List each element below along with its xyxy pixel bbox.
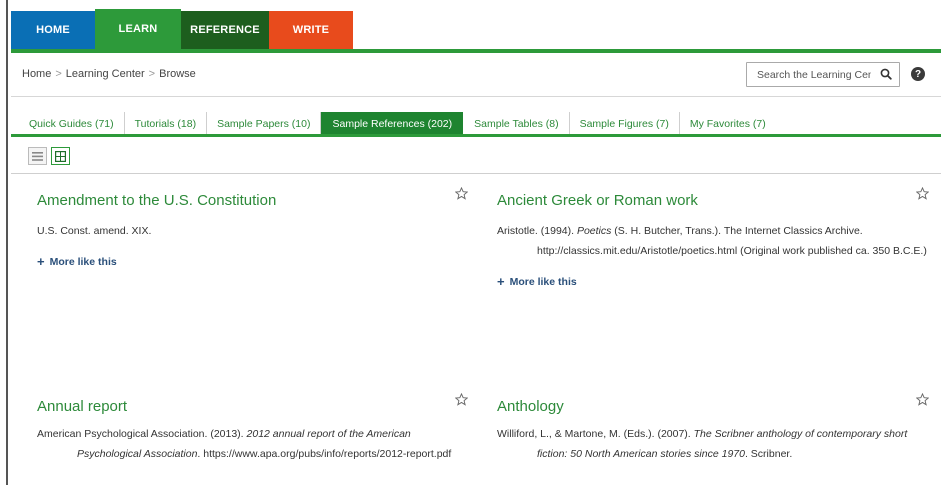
breadcrumb-separator: > bbox=[148, 68, 156, 80]
breadcrumb-separator: > bbox=[55, 68, 62, 80]
favorite-star-icon[interactable] bbox=[916, 393, 929, 406]
reference-card: Annual report American Psychological Ass… bbox=[37, 393, 473, 464]
reference-text: U.S. Const. amend. XIX. bbox=[37, 225, 152, 237]
reference-card: Anthology Williford, L., & Martone, M. (… bbox=[497, 393, 929, 464]
grid-view-button[interactable] bbox=[51, 147, 70, 165]
plus-icon: + bbox=[37, 254, 45, 269]
more-like-this-link[interactable]: + More like this bbox=[497, 275, 577, 288]
help-icon[interactable]: ? bbox=[911, 67, 925, 81]
card-title[interactable]: Annual report bbox=[37, 398, 473, 415]
nav-write[interactable]: WRITE bbox=[269, 11, 353, 49]
more-like-this-label: More like this bbox=[49, 255, 117, 268]
favorite-star-icon[interactable] bbox=[455, 393, 468, 406]
card-title[interactable]: Amendment to the U.S. Constitution bbox=[37, 192, 473, 209]
reference-text: Aristotle. (1994). Poetics (S. H. Butche… bbox=[497, 225, 927, 257]
more-like-this-link[interactable]: + More like this bbox=[37, 255, 117, 268]
search-box bbox=[746, 62, 900, 87]
breadcrumb-bar: Home>Learning Center>Browse ? bbox=[11, 53, 941, 97]
list-view-icon bbox=[32, 151, 43, 161]
content-divider bbox=[11, 173, 941, 174]
plus-icon: + bbox=[497, 274, 505, 289]
tab-sample-papers[interactable]: Sample Papers (10) bbox=[207, 112, 322, 135]
tab-sample-references[interactable]: Sample References (202) bbox=[321, 112, 464, 135]
nav-home[interactable]: HOME bbox=[11, 11, 95, 49]
grid-view-icon bbox=[55, 150, 66, 162]
breadcrumb-browse: Browse bbox=[159, 68, 196, 80]
tab-quick-guides[interactable]: Quick Guides (71) bbox=[19, 112, 125, 135]
reference-card: Amendment to the U.S. Constitution U.S. … bbox=[37, 187, 473, 271]
window-frame-edge bbox=[0, 0, 8, 485]
list-view-button[interactable] bbox=[28, 147, 47, 165]
search-icon[interactable] bbox=[880, 68, 892, 80]
search-input[interactable] bbox=[747, 63, 871, 86]
view-toggles bbox=[28, 147, 70, 165]
favorite-star-icon[interactable] bbox=[916, 187, 929, 200]
top-navigation: HOME LEARN REFERENCE WRITE bbox=[11, 9, 353, 51]
reference-text: American Psychological Association. (201… bbox=[37, 428, 452, 460]
nav-learn[interactable]: LEARN bbox=[95, 9, 181, 49]
breadcrumb: Home > Learning Center > Browse bbox=[22, 68, 196, 80]
reference-text: Williford, L., & Martone, M. (Eds.). (20… bbox=[497, 428, 908, 460]
tab-sample-figures[interactable]: Sample Figures (7) bbox=[570, 112, 680, 135]
category-tabs: Quick Guides (71) Tutorials (18) Sample … bbox=[19, 112, 776, 135]
breadcrumb-learning-center[interactable]: Learning Center bbox=[66, 68, 145, 80]
reference-card: Ancient Greek or Roman work Aristotle. (… bbox=[497, 187, 929, 291]
favorite-star-icon[interactable] bbox=[455, 187, 468, 200]
card-title[interactable]: Ancient Greek or Roman work bbox=[497, 192, 929, 209]
tab-sample-tables[interactable]: Sample Tables (8) bbox=[464, 112, 570, 135]
breadcrumb-home[interactable]: Home bbox=[22, 68, 51, 80]
card-title[interactable]: Anthology bbox=[497, 398, 929, 415]
tab-my-favorites[interactable]: My Favorites (7) bbox=[680, 112, 776, 135]
tabs-underline bbox=[11, 134, 941, 137]
more-like-this-label: More like this bbox=[509, 275, 577, 288]
nav-reference[interactable]: REFERENCE bbox=[181, 11, 269, 49]
tab-tutorials[interactable]: Tutorials (18) bbox=[125, 112, 208, 135]
